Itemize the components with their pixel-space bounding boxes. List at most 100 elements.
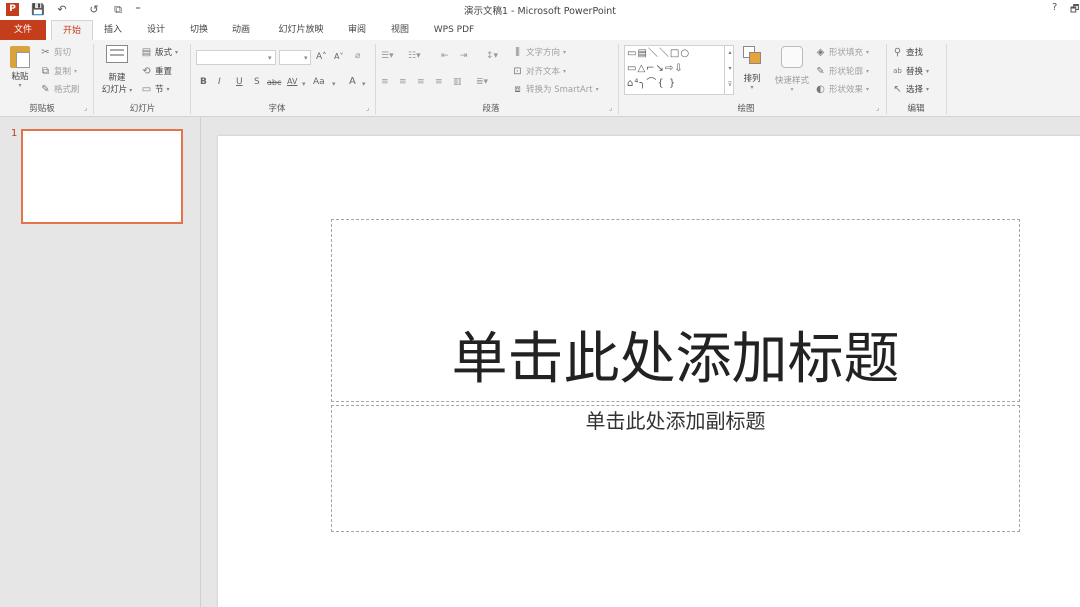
tab-home[interactable]: 开始: [51, 20, 93, 41]
tab-transitions[interactable]: 切换: [184, 20, 214, 40]
change-case-dropdown-icon[interactable]: ▾: [332, 80, 336, 88]
align-left-icon[interactable]: ≡: [381, 77, 389, 87]
quick-styles-icon: [781, 46, 803, 68]
slide-thumbnail[interactable]: [21, 129, 183, 224]
italic-button[interactable]: I: [218, 77, 221, 87]
shadow-button[interactable]: S: [254, 77, 260, 87]
tab-review[interactable]: 审阅: [342, 20, 372, 40]
clipboard-launcher-icon[interactable]: ⌟: [84, 104, 87, 112]
slides-group-label: 幻灯片: [129, 104, 156, 114]
tab-design[interactable]: 设计: [141, 20, 171, 40]
font-size-dropdown-icon[interactable]: ▾: [304, 54, 308, 62]
paste-icon: [10, 46, 30, 68]
divider: [190, 44, 191, 114]
distributed-icon[interactable]: ▥: [453, 77, 462, 87]
font-group-label: 字体: [268, 104, 286, 114]
editing-group-label: 编辑: [907, 104, 925, 114]
font-launcher-icon[interactable]: ⌟: [366, 104, 369, 112]
smartart-button[interactable]: ⧈ 转换为 SmartArt ▾: [512, 83, 598, 96]
shapes-row-3[interactable]: ⌂⁴╮⌒{ }: [625, 76, 733, 91]
quick-styles-button[interactable]: 快速样式 ▾: [770, 46, 814, 93]
shape-effects-button[interactable]: ◐ 形状效果 ▾: [815, 83, 869, 96]
arrange-icon: [743, 46, 761, 66]
paste-button[interactable]: 粘贴 ▾: [6, 46, 34, 89]
shapes-gallery-scroll[interactable]: ▴ ▾ ⊽: [724, 45, 735, 95]
subtitle-placeholder-text[interactable]: 单击此处添加副标题: [331, 408, 1020, 434]
help-icon[interactable]: ?: [1052, 2, 1057, 13]
effects-icon: ◐: [816, 83, 825, 95]
justify-icon[interactable]: ≡: [435, 77, 443, 87]
new-slide-button[interactable]: 新建 幻灯片 ▾: [98, 45, 136, 95]
reset-label: 重置: [155, 67, 173, 77]
align-center-icon[interactable]: ≡: [399, 77, 407, 87]
paragraph-launcher-icon[interactable]: ⌟: [609, 104, 612, 112]
text-direction-button[interactable]: ⫼ 文字方向 ▾: [512, 46, 566, 59]
font-color-dropdown-icon[interactable]: ▾: [362, 80, 366, 88]
bullets-icon[interactable]: ☰▾: [381, 51, 394, 61]
line-spacing-icon[interactable]: ↕▾: [486, 51, 498, 61]
replace-button[interactable]: ab 替换 ▾: [892, 65, 929, 78]
tab-insert[interactable]: 插入: [98, 20, 128, 40]
grow-font-button[interactable]: A˄: [316, 52, 327, 62]
font-name-dropdown-icon[interactable]: ▾: [268, 54, 272, 62]
shapes-row-2[interactable]: ▭△⌐↘⇨⇩: [625, 61, 733, 76]
paragraph-group-label: 段落: [482, 104, 500, 114]
shapes-row-1[interactable]: ▭▤＼＼□○: [625, 46, 733, 61]
font-name-input[interactable]: [196, 50, 276, 65]
restore-icon[interactable]: 🗗: [1070, 2, 1079, 19]
format-painter-label: 格式刷: [54, 85, 80, 95]
arrange-button[interactable]: 排列 ▾: [738, 46, 766, 91]
font-color-button[interactable]: A: [349, 76, 356, 87]
smartart-label: 转换为 SmartArt: [526, 85, 593, 95]
reset-icon: ⟲: [142, 65, 151, 77]
find-button[interactable]: ⚲ 查找: [892, 46, 923, 59]
char-spacing-button[interactable]: AV: [287, 77, 297, 86]
section-icon: ▭: [141, 83, 152, 95]
shape-effects-label: 形状效果: [829, 85, 864, 95]
tab-slideshow[interactable]: 幻灯片放映: [271, 20, 331, 40]
align-right-icon[interactable]: ≡: [417, 77, 425, 87]
tab-view[interactable]: 视图: [385, 20, 415, 40]
shape-outline-button[interactable]: ✎ 形状轮廓 ▾: [815, 65, 869, 78]
tab-file[interactable]: 文件: [0, 20, 46, 40]
divider: [618, 44, 619, 114]
new-slide-label-1: 新建: [108, 73, 126, 83]
align-text-button[interactable]: ⊡ 对齐文本 ▾: [512, 65, 566, 78]
change-case-button[interactable]: Aa: [313, 77, 325, 87]
title-placeholder-text[interactable]: 单击此处添加标题: [331, 328, 1020, 392]
title-bar: P 💾 ↶ ↺ ⧉ ⁼ 演示文稿1 - Microsoft PowerPoint…: [0, 0, 1080, 20]
replace-icon: ab: [893, 66, 902, 75]
reset-button[interactable]: ⟲ 重置: [141, 65, 173, 78]
shape-fill-button[interactable]: ◈ 形状填充 ▾: [815, 46, 869, 59]
tab-wps-pdf[interactable]: WPS PDF: [428, 20, 480, 40]
drawing-launcher-icon[interactable]: ⌟: [876, 104, 879, 112]
clear-format-icon[interactable]: ⌀: [355, 51, 360, 61]
char-spacing-dropdown-icon[interactable]: ▾: [302, 80, 306, 88]
shrink-font-button[interactable]: A˅: [334, 52, 343, 61]
select-button[interactable]: ↖ 选择 ▾: [892, 83, 929, 96]
align-text-label: 对齐文本: [526, 67, 561, 77]
brush-icon: ✎: [41, 83, 50, 95]
section-label: 节: [155, 85, 164, 95]
pencil-icon: ✎: [816, 65, 825, 77]
numbering-icon[interactable]: ☷▾: [408, 51, 421, 61]
decrease-indent-icon[interactable]: ⇤: [441, 51, 449, 61]
paste-label: 粘贴: [11, 72, 29, 82]
layout-button[interactable]: ▤ 版式 ▾: [141, 46, 178, 59]
section-button[interactable]: ▭ 节 ▾: [141, 83, 170, 96]
copy-button[interactable]: ⧉ 复制 ▾: [40, 65, 77, 78]
new-slide-icon: [106, 45, 128, 63]
bold-button[interactable]: B: [200, 77, 207, 87]
tab-animations[interactable]: 动画: [226, 20, 256, 40]
select-label: 选择: [906, 85, 924, 95]
underline-button[interactable]: U: [236, 77, 243, 87]
increase-indent-icon[interactable]: ⇥: [460, 51, 468, 61]
divider: [93, 44, 94, 114]
text-direction-label: 文字方向: [526, 48, 561, 58]
strikethrough-button[interactable]: abc: [267, 78, 281, 87]
window-title: 演示文稿1 - Microsoft PowerPoint: [463, 6, 617, 17]
shapes-gallery[interactable]: ▭▤＼＼□○ ▭△⌐↘⇨⇩ ⌂⁴╮⌒{ }: [624, 45, 734, 95]
format-painter-button[interactable]: ✎ 格式刷: [40, 83, 80, 96]
columns-icon[interactable]: ≣▾: [476, 77, 488, 87]
cut-button[interactable]: ✂ 剪切: [40, 46, 71, 59]
